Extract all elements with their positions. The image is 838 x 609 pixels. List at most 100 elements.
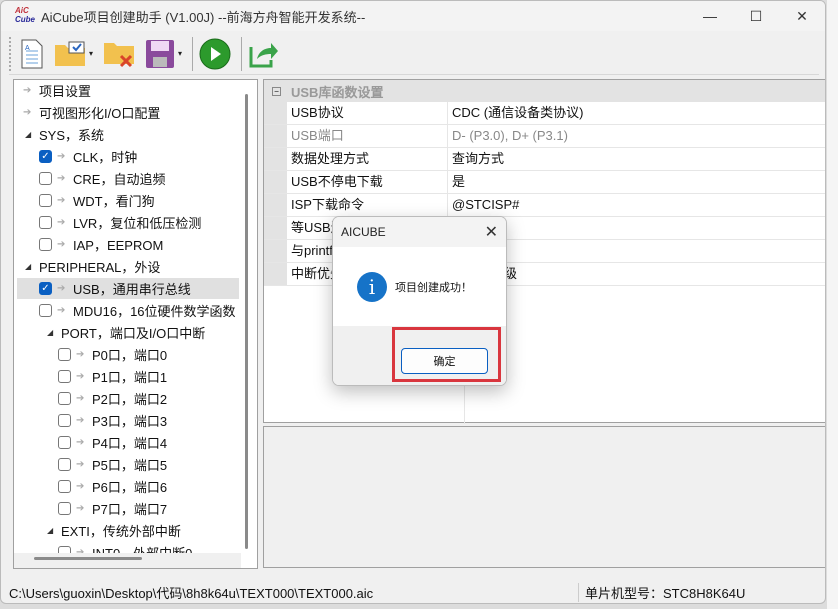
property-row[interactable]: ISP下载命令 @STCISP# [264, 194, 825, 217]
checkbox[interactable] [58, 480, 71, 493]
app-logo: AiC Cube [15, 6, 35, 24]
row-indent [264, 263, 287, 285]
row-indent [264, 148, 287, 170]
arrow-icon: ➔ [57, 195, 66, 206]
tree-item[interactable]: ◢ PORT，端口及I/O口中断 [17, 322, 239, 343]
tree-item[interactable]: ➔ 项目设置 [17, 80, 239, 101]
tree-item[interactable]: ◢ PERIPHERAL，外设 [17, 256, 239, 277]
export-button[interactable] [248, 39, 279, 69]
minimize-button[interactable]: — [687, 1, 733, 31]
tree-item[interactable]: ➔ CRE，自动追频 [17, 168, 239, 189]
tree-item[interactable]: ➔ WDT，看门狗 [17, 190, 239, 211]
open-project-button[interactable]: ▾ [54, 41, 93, 67]
checkbox[interactable] [58, 502, 71, 515]
tree-item-label: P5口，端口5 [92, 458, 168, 473]
property-value[interactable]: D- (P3.0), D+ (P3.1) [448, 125, 825, 147]
close-project-button[interactable] [103, 39, 135, 69]
tree-item[interactable]: ➔ LVR，复位和低压检测 [17, 212, 239, 233]
background-window [827, 0, 838, 609]
project-path: C:\Users\guoxin\Desktop\代码\8h8k64u\TEXT0… [1, 582, 579, 602]
arrow-icon: ➔ [76, 481, 85, 492]
row-indent [264, 240, 287, 262]
checkbox[interactable]: ✓ [39, 282, 52, 295]
tree-item[interactable]: ➔ P5口，端口5 [17, 454, 239, 475]
horizontal-scroll-area [14, 553, 241, 568]
folder-delete-icon [104, 42, 135, 67]
tree-item[interactable]: ➔ P6口，端口6 [17, 476, 239, 497]
toolbar-separator [192, 36, 194, 71]
tree-item-label: LVR，复位和低压检测 [73, 216, 202, 231]
tree-item[interactable]: ➔ P2口，端口2 [17, 388, 239, 409]
tree-item[interactable]: ➔ P1口，端口1 [17, 366, 239, 387]
tree-item[interactable]: ✓ ➔ USB，通用串行总线 [17, 278, 239, 299]
tree-item-label: PORT，端口及I/O口中断 [61, 326, 206, 341]
property-name: USB不停电下载 [287, 171, 448, 193]
vertical-scrollbar[interactable] [245, 94, 248, 549]
run-button[interactable] [199, 38, 231, 70]
arrow-icon: ➔ [57, 239, 66, 250]
floppy-disk-icon [146, 39, 175, 68]
toolbar-grip[interactable] [9, 36, 12, 71]
property-row[interactable]: 数据处理方式 查询方式 [264, 148, 825, 171]
expand-triangle-icon[interactable]: ◢ [47, 328, 61, 337]
expand-triangle-icon[interactable]: ◢ [47, 526, 61, 535]
close-button[interactable]: ✕ [779, 1, 825, 31]
expand-triangle-icon[interactable]: ◢ [25, 130, 39, 139]
property-value[interactable]: @STCISP# [448, 194, 825, 216]
property-row[interactable]: USB端口 D- (P3.0), D+ (P3.1) [264, 125, 825, 148]
property-value[interactable]: 是 [448, 171, 825, 193]
tree-item[interactable]: ✓ ➔ CLK，时钟 [17, 146, 239, 167]
checkbox[interactable] [58, 348, 71, 361]
tree-item[interactable]: ➔ P4口，端口4 [17, 432, 239, 453]
dropdown-arrow-icon[interactable]: ▾ [178, 49, 182, 58]
checkbox[interactable] [58, 458, 71, 471]
dialog-message: 项目创建成功！ [395, 281, 472, 294]
checkbox[interactable]: ✓ [39, 150, 52, 163]
dialog-close-icon[interactable]: ✕ [485, 222, 498, 242]
arrow-icon: ➔ [76, 437, 85, 448]
tree-item[interactable]: ➔ 可视图形化I/O口配置 [17, 102, 239, 123]
section-header[interactable]: − USB库函数设置 [264, 80, 825, 102]
tree-item[interactable]: ➔ P3口，端口3 [17, 410, 239, 431]
dropdown-arrow-icon[interactable]: ▾ [89, 49, 93, 58]
expand-triangle-icon[interactable]: ◢ [25, 262, 39, 271]
property-value[interactable]: CDC (通信设备类协议) [448, 102, 825, 124]
property-name: USB端口 [287, 125, 448, 147]
collapse-icon[interactable]: − [272, 86, 281, 96]
window-title: AiCube项目创建助手 (V1.00J) --前海方舟智能开发系统-- [41, 9, 366, 25]
checkbox[interactable] [39, 194, 52, 207]
checkbox[interactable] [58, 436, 71, 449]
tree-item[interactable]: ◢ SYS，系统 [17, 124, 239, 145]
checkbox[interactable] [39, 304, 52, 317]
checkbox[interactable] [39, 172, 52, 185]
maximize-button[interactable]: ☐ [733, 1, 779, 31]
tree-item-label: SYS，系统 [39, 128, 105, 143]
tree-item-label: USB，通用串行总线 [73, 282, 191, 297]
checkbox[interactable] [39, 216, 52, 229]
tree-item[interactable]: ◢ EXTI，传统外部中断 [17, 520, 239, 541]
message-dialog: AICUBE ✕ i 项目创建成功！ 确定 [332, 216, 507, 386]
checkbox[interactable] [58, 414, 71, 427]
property-row[interactable]: USB不停电下载是 [264, 171, 825, 194]
tree-item[interactable]: ➔ MDU16，16位硬件数学函数 [17, 300, 239, 321]
save-button[interactable]: ▾ [145, 39, 182, 69]
property-row[interactable]: USB协议 CDC (通信设备类协议) [264, 102, 825, 125]
checkbox[interactable] [58, 392, 71, 405]
toolbar-separator [241, 36, 243, 71]
tree-item[interactable]: ➔ P7口，端口7 [17, 498, 239, 519]
ok-button[interactable]: 确定 [401, 348, 488, 374]
tree-item[interactable]: ➔ P0口，端口0 [17, 344, 239, 365]
new-project-button[interactable]: A [20, 39, 44, 69]
tree-item[interactable]: ➔ IAP，EEPROM [17, 234, 239, 255]
property-value[interactable]: 查询方式 [448, 148, 825, 170]
module-tree: ➔ 项目设置 ➔ 可视图形化I/O口配置 ◢ SYS，系统 ✓ ➔ CLK，时钟 ➔ CRE，自动追… [14, 80, 241, 555]
arrow-icon: ➔ [23, 107, 32, 118]
tree-item-label: P0口，端口0 [92, 348, 168, 363]
tree-item-label: 项目设置 [39, 84, 92, 99]
horizontal-scrollbar[interactable] [34, 557, 142, 560]
checkbox[interactable] [58, 370, 71, 383]
tree-item-label: P1口，端口1 [92, 370, 168, 385]
checkbox[interactable] [39, 238, 52, 251]
row-indent [264, 102, 287, 124]
status-bar: C:\Users\guoxin\Desktop\代码\8h8k64u\TEXT0… [1, 579, 825, 603]
